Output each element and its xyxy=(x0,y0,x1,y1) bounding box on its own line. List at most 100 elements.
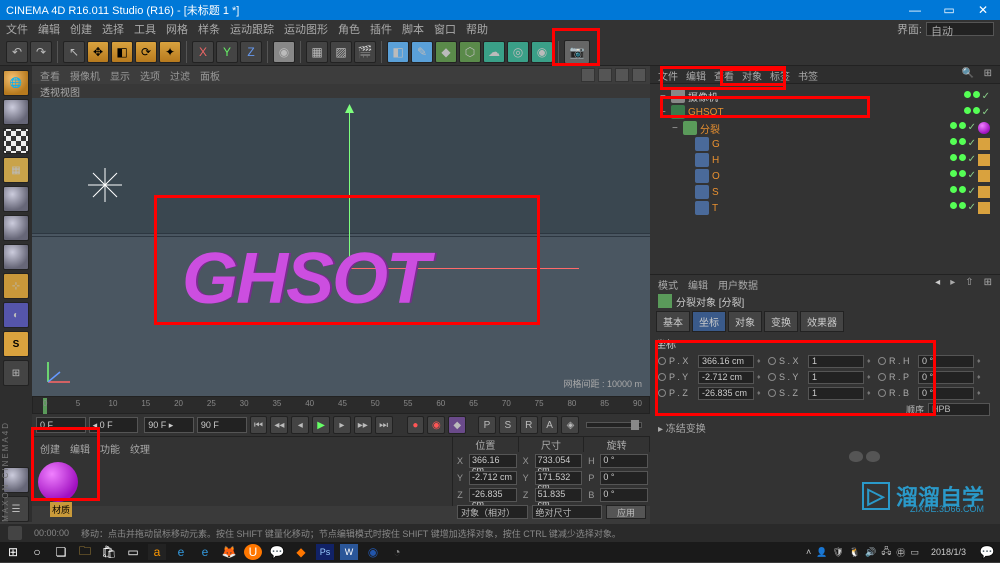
menu-script[interactable]: 脚本 xyxy=(402,21,424,37)
vp-menu-view[interactable]: 查看 xyxy=(40,68,60,83)
autokey-button[interactable]: ◉ xyxy=(427,416,445,434)
texture-mode-button[interactable] xyxy=(3,128,29,154)
axis-toggle-button[interactable]: ⊹ xyxy=(3,273,29,299)
obj-tab-tags[interactable]: 标签 xyxy=(770,68,790,81)
search-icon[interactable]: 🔍 xyxy=(962,68,976,82)
coord-rot-field[interactable]: 0 ° xyxy=(600,454,648,468)
tray-ime-icon[interactable]: ㊥ xyxy=(896,546,905,559)
record-button[interactable]: ● xyxy=(407,416,425,434)
vp-menu-camera[interactable]: 摄像机 xyxy=(70,68,100,83)
select-tool[interactable]: ↖ xyxy=(63,41,85,63)
key-pla-toggle[interactable]: ◈ xyxy=(561,416,579,434)
light-button[interactable]: ◉ xyxy=(531,41,553,63)
coord-size-field[interactable]: 51.835 cm xyxy=(535,488,583,502)
world-icon[interactable]: 🌐 xyxy=(3,70,29,96)
rhino-icon[interactable]: ◔ xyxy=(388,544,406,560)
tray-up-icon[interactable]: ˄ xyxy=(806,547,811,557)
menu-tools[interactable]: 工具 xyxy=(134,21,156,37)
tray-battery-icon[interactable]: ▭ xyxy=(910,547,919,558)
viewport-3d[interactable]: GHSOT 网格间距 : 10000 m xyxy=(32,98,650,396)
obj-tab-objects[interactable]: 对象 xyxy=(742,68,762,81)
tree-item[interactable]: T✓ xyxy=(654,200,996,216)
axis-x-button[interactable]: X xyxy=(192,41,214,63)
attr-field[interactable]: 1 xyxy=(808,387,864,400)
attr-field[interactable]: 366.16 cm xyxy=(698,355,754,368)
obj-tab-edit[interactable]: 编辑 xyxy=(686,68,706,81)
attr-tab[interactable]: 变换 xyxy=(764,311,798,332)
tree-item[interactable]: G✓ xyxy=(654,136,996,152)
tree-item[interactable]: −GHSOT✓ xyxy=(654,104,996,120)
taskview-icon[interactable]: ❏ xyxy=(52,544,70,560)
system-tray[interactable]: ˄ 👤 🛡 🐧 🔊 🖧 ㊥ ▭ xyxy=(806,544,919,560)
mat-tab-edit[interactable]: 编辑 xyxy=(70,441,90,456)
coord-mode-combo[interactable]: 对象（相对） xyxy=(457,505,528,519)
menu-create[interactable]: 创建 xyxy=(70,21,92,37)
attr-field[interactable]: 1 xyxy=(808,371,864,384)
coord-size-combo[interactable]: 绝对尺寸 xyxy=(532,505,603,519)
amazon-icon[interactable]: a xyxy=(148,544,166,560)
move-tool[interactable]: ✥ xyxy=(87,41,109,63)
point-mode-button[interactable] xyxy=(3,186,29,212)
vp-menu-display[interactable]: 显示 xyxy=(110,68,130,83)
viewport-tool1[interactable]: ◐ xyxy=(3,302,29,328)
tray-shield-icon[interactable]: 🛡 xyxy=(833,547,844,558)
layout-combo[interactable]: 自动 xyxy=(926,22,994,36)
lasttool-button[interactable]: ✦ xyxy=(159,41,181,63)
vp-nav-rotate[interactable] xyxy=(615,68,629,82)
attr-up-icon[interactable]: ⇧ xyxy=(965,277,973,291)
tv-icon[interactable]: ▭ xyxy=(124,544,142,560)
attr-field[interactable]: 0 ° xyxy=(918,387,974,400)
obj-tab-view[interactable]: 查看 xyxy=(714,68,734,81)
key-scale-toggle[interactable]: S xyxy=(499,416,517,434)
frame-current[interactable]: 0 F xyxy=(36,417,86,433)
menu-help[interactable]: 帮助 xyxy=(466,21,488,37)
obj-menu-icon[interactable]: ⊞ xyxy=(984,68,992,81)
vp-menu-options[interactable]: 选项 xyxy=(140,68,160,83)
attr-field[interactable]: 0 ° xyxy=(918,371,974,384)
notification-icon[interactable]: 💬 xyxy=(978,544,996,560)
minimize-button[interactable]: — xyxy=(898,0,932,20)
tree-item[interactable]: −摄像机✓ xyxy=(654,88,996,104)
generator-button[interactable]: ◆ xyxy=(435,41,457,63)
model-mode-button[interactable] xyxy=(3,99,29,125)
rotate-tool[interactable]: ⟳ xyxy=(135,41,157,63)
cortana-icon[interactable]: ○ xyxy=(28,544,46,560)
coord-size-field[interactable]: 733.054 cm xyxy=(535,454,583,468)
attr-head-mode[interactable]: 模式 xyxy=(658,277,678,291)
render-region-button[interactable]: ▨ xyxy=(330,41,352,63)
obj-tab-bookmarks[interactable]: 书签 xyxy=(798,68,818,81)
vp-nav-toggle[interactable] xyxy=(632,68,646,82)
workplane-button[interactable]: ▦ xyxy=(3,157,29,183)
c4d-icon[interactable]: ◉ xyxy=(364,544,382,560)
next-key-button[interactable]: ▸▸ xyxy=(354,416,372,434)
attr-back-icon[interactable]: ◂ xyxy=(935,277,940,291)
object-tree[interactable]: −摄像机✓−GHSOT✓−分裂✓G✓H✓O✓S✓T✓ xyxy=(650,84,1000,274)
poly-mode-button[interactable] xyxy=(3,244,29,270)
ie-icon[interactable]: e xyxy=(172,544,190,560)
prev-frame-button[interactable]: ◂ xyxy=(291,416,309,434)
play-forward-button[interactable]: ▶ xyxy=(312,416,330,434)
menu-mograph[interactable]: 运动图形 xyxy=(284,21,328,37)
attr-field[interactable]: 1 xyxy=(808,355,864,368)
vp-menu-panel[interactable]: 面板 xyxy=(200,68,220,83)
close-button[interactable]: ✕ xyxy=(966,0,1000,20)
mat-tab-create[interactable]: 创建 xyxy=(40,441,60,456)
deformer-button[interactable]: ⬡ xyxy=(459,41,481,63)
keyframe-selection-button[interactable]: ◆ xyxy=(448,416,466,434)
menu-motiontrack[interactable]: 运动跟踪 xyxy=(230,21,274,37)
attr-head-edit[interactable]: 编辑 xyxy=(688,277,708,291)
attr-freeze-section[interactable]: ▸ 冻结变换 xyxy=(650,418,1000,437)
environment-button[interactable]: ☁ xyxy=(483,41,505,63)
uc-icon[interactable]: U xyxy=(244,544,262,560)
menu-spline[interactable]: 样条 xyxy=(198,21,220,37)
goto-start-button[interactable]: ⏮ xyxy=(250,416,268,434)
menu-plugins[interactable]: 插件 xyxy=(370,21,392,37)
playback-speed-slider[interactable] xyxy=(586,422,642,428)
tray-network-icon[interactable]: 🖧 xyxy=(881,544,891,560)
coordsys-button[interactable]: ◉ xyxy=(273,41,295,63)
menu-edit[interactable]: 编辑 xyxy=(38,21,60,37)
menu-character[interactable]: 角色 xyxy=(338,21,360,37)
material-item[interactable]: 材质 xyxy=(38,462,84,517)
menu-file[interactable]: 文件 xyxy=(6,21,28,37)
spline-pen-button[interactable]: ✎ xyxy=(411,41,433,63)
